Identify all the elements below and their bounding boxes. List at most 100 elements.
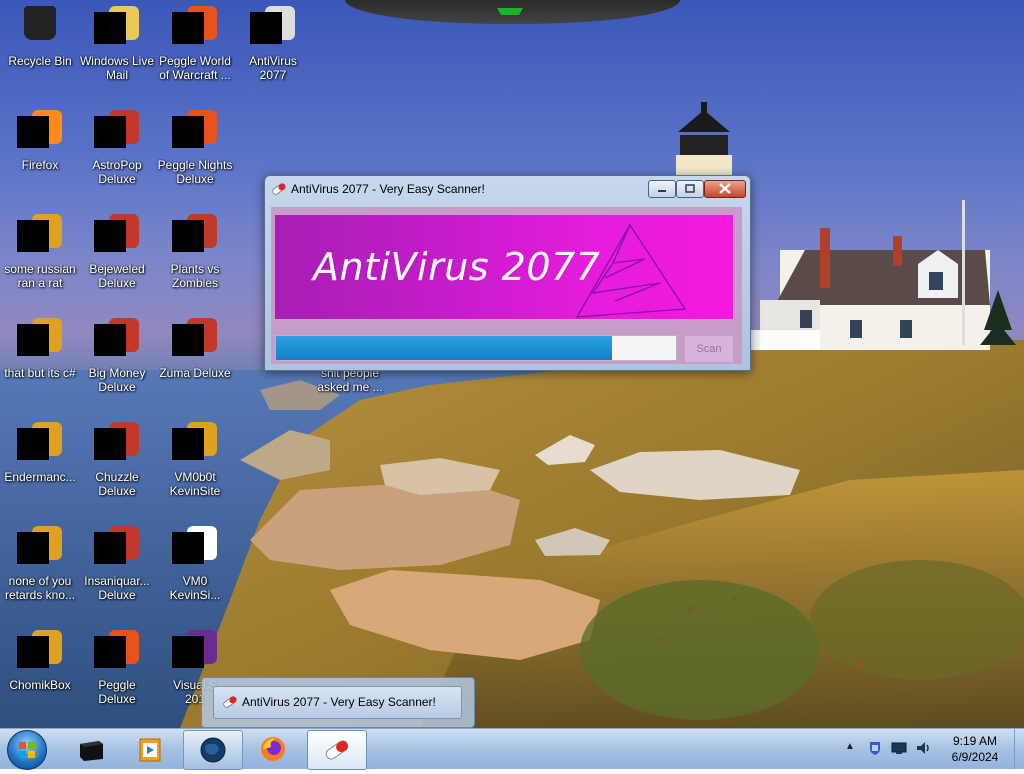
desktop-icon-label: ChomikBox <box>9 678 71 692</box>
status-led-icon <box>497 8 523 15</box>
antivirus-icon <box>249 4 297 52</box>
network-icon[interactable] <box>891 740 907 756</box>
clock-time[interactable]: 9:19 AM <box>950 734 1000 748</box>
desktop-icon-label: Windows Live Mail <box>79 54 155 82</box>
desktop-icon-label: Recycle Bin <box>8 54 72 68</box>
desktop-icon-label: Zuma Deluxe <box>159 366 231 380</box>
desktop-icon[interactable]: Peggle Deluxe <box>78 628 156 706</box>
desktop-icon-label: AntiVirus 2077 <box>249 54 297 82</box>
start-button[interactable] <box>7 730 47 770</box>
volume-icon[interactable] <box>915 740 931 756</box>
windows-logo-icon <box>19 742 35 758</box>
desktop-icon-label: VM0 KevinSi... <box>169 574 221 602</box>
pill-icon <box>272 183 286 195</box>
thumbnail-title: AntiVirus 2077 - Very Easy Scanner! <box>242 695 436 709</box>
close-icon <box>719 183 731 194</box>
redaction-box <box>172 220 204 252</box>
redaction-box <box>94 116 126 148</box>
desktop-icon[interactable]: some russian ran a rat <box>1 212 79 290</box>
desktop-icon[interactable]: Peggle World of Warcraft ... <box>156 4 234 82</box>
taskbar-globe-app[interactable] <box>183 730 243 770</box>
desktop-icon[interactable]: AstroPop Deluxe <box>78 108 156 186</box>
desktop-icon-label: AstroPop Deluxe <box>92 158 142 186</box>
desktop-icon[interactable]: Insaniquar... Deluxe <box>78 524 156 602</box>
game-icon <box>171 212 219 260</box>
redaction-box <box>94 636 126 668</box>
taskbar-thumbnail-preview[interactable]: AntiVirus 2077 - Very Easy Scanner! <box>201 677 475 728</box>
taskbar-media-app[interactable] <box>120 730 178 768</box>
program-icon <box>16 524 64 572</box>
desktop-icon[interactable]: Zuma Deluxe <box>156 316 234 380</box>
window-titlebar[interactable]: AntiVirus 2077 - Very Easy Scanner! <box>265 176 750 202</box>
desktop-icon-label: Peggle World of Warcraft ... <box>159 54 231 82</box>
program-icon <box>16 316 64 364</box>
scan-button[interactable]: Scan <box>684 335 734 363</box>
program-icon <box>16 212 64 260</box>
security-shield-icon[interactable] <box>867 740 883 756</box>
redaction-box <box>17 636 49 668</box>
app-banner: AntiVirus 2077 <box>275 215 733 319</box>
clock-date[interactable]: 6/9/2024 <box>945 750 1005 764</box>
peggle-icon <box>171 108 219 156</box>
desktop-icon-label: Endermanc... <box>4 470 76 484</box>
scan-progress-bar <box>275 335 677 361</box>
maximize-button[interactable] <box>676 180 704 198</box>
desktop-icon[interactable]: none of you retards kno... <box>1 524 79 602</box>
desktop-icon[interactable]: Bejeweled Deluxe <box>78 212 156 290</box>
media-player-icon <box>139 738 161 762</box>
redaction-box <box>172 428 204 460</box>
recycle-bin-icon <box>16 4 64 52</box>
pill-icon <box>325 740 349 760</box>
visual-studio-icon <box>171 628 219 676</box>
redaction-box <box>17 220 49 252</box>
banner-title: AntiVirus 2077 <box>313 245 601 289</box>
game-icon <box>93 212 141 260</box>
show-desktop-button[interactable] <box>1014 729 1024 769</box>
desktop-icon[interactable]: Windows Live Mail <box>78 4 156 82</box>
taskbar-firefox[interactable] <box>244 730 302 768</box>
redaction-box <box>17 428 49 460</box>
redaction-box <box>172 636 204 668</box>
firefox-icon <box>261 737 285 761</box>
desktop-icon-label: none of you retards kno... <box>4 574 76 602</box>
taskbar: ▲ 9:19 AM 6/9/2024 <box>0 728 1024 770</box>
pyramid-logo-icon <box>575 223 687 318</box>
minimize-button[interactable] <box>648 180 676 198</box>
desktop-icon[interactable]: AntiVirus 2077 <box>234 4 312 82</box>
desktop-icon-label: some russian ran a rat <box>4 262 76 290</box>
file-icon <box>171 524 219 572</box>
desktop-icon[interactable]: VM0b0t KevinSite <box>156 420 234 498</box>
game-icon <box>93 524 141 572</box>
pill-icon <box>223 696 237 708</box>
desktop-icon[interactable]: Big Money Deluxe <box>78 316 156 394</box>
firefox-icon <box>16 108 64 156</box>
thumbnail-window-item[interactable]: AntiVirus 2077 - Very Easy Scanner! <box>213 686 462 719</box>
desktop-icon[interactable]: Peggle Nights Deluxe <box>156 108 234 186</box>
show-hidden-icons-chevron-icon[interactable]: ▲ <box>845 741 855 752</box>
taskbar-terminal-app[interactable] <box>62 730 120 768</box>
desktop-icon[interactable]: Endermanc... <box>1 420 79 484</box>
icon-image <box>24 6 56 40</box>
antivirus-window[interactable]: AntiVirus 2077 - Very Easy Scanner! Anti… <box>264 175 751 371</box>
desktop-icon[interactable]: Chuzzle Deluxe <box>78 420 156 498</box>
desktop-icon-label: Firefox <box>21 158 59 172</box>
redaction-box <box>94 12 126 44</box>
game-icon <box>93 420 141 468</box>
globe-icon <box>200 737 226 763</box>
desktop-icon-label: Peggle Nights Deluxe <box>157 158 233 186</box>
desktop-icon[interactable]: ChomikBox <box>1 628 79 692</box>
program-icon <box>16 420 64 468</box>
desktop-icon[interactable]: Plants vs Zombies <box>156 212 234 290</box>
taskbar-antivirus[interactable] <box>307 730 367 770</box>
close-button[interactable] <box>704 180 746 198</box>
desktop-icon[interactable]: Recycle Bin <box>1 4 79 68</box>
redaction-box <box>17 116 49 148</box>
desktop-icon[interactable]: Firefox <box>1 108 79 172</box>
window-title: AntiVirus 2077 - Very Easy Scanner! <box>291 182 485 196</box>
desktop-icon-label: Plants vs Zombies <box>170 262 220 290</box>
redaction-box <box>94 428 126 460</box>
desktop-icon[interactable]: that but its c# <box>1 316 79 380</box>
desktop-icon[interactable]: VM0 KevinSi... <box>156 524 234 602</box>
redaction-box <box>172 12 204 44</box>
redaction-box <box>94 220 126 252</box>
